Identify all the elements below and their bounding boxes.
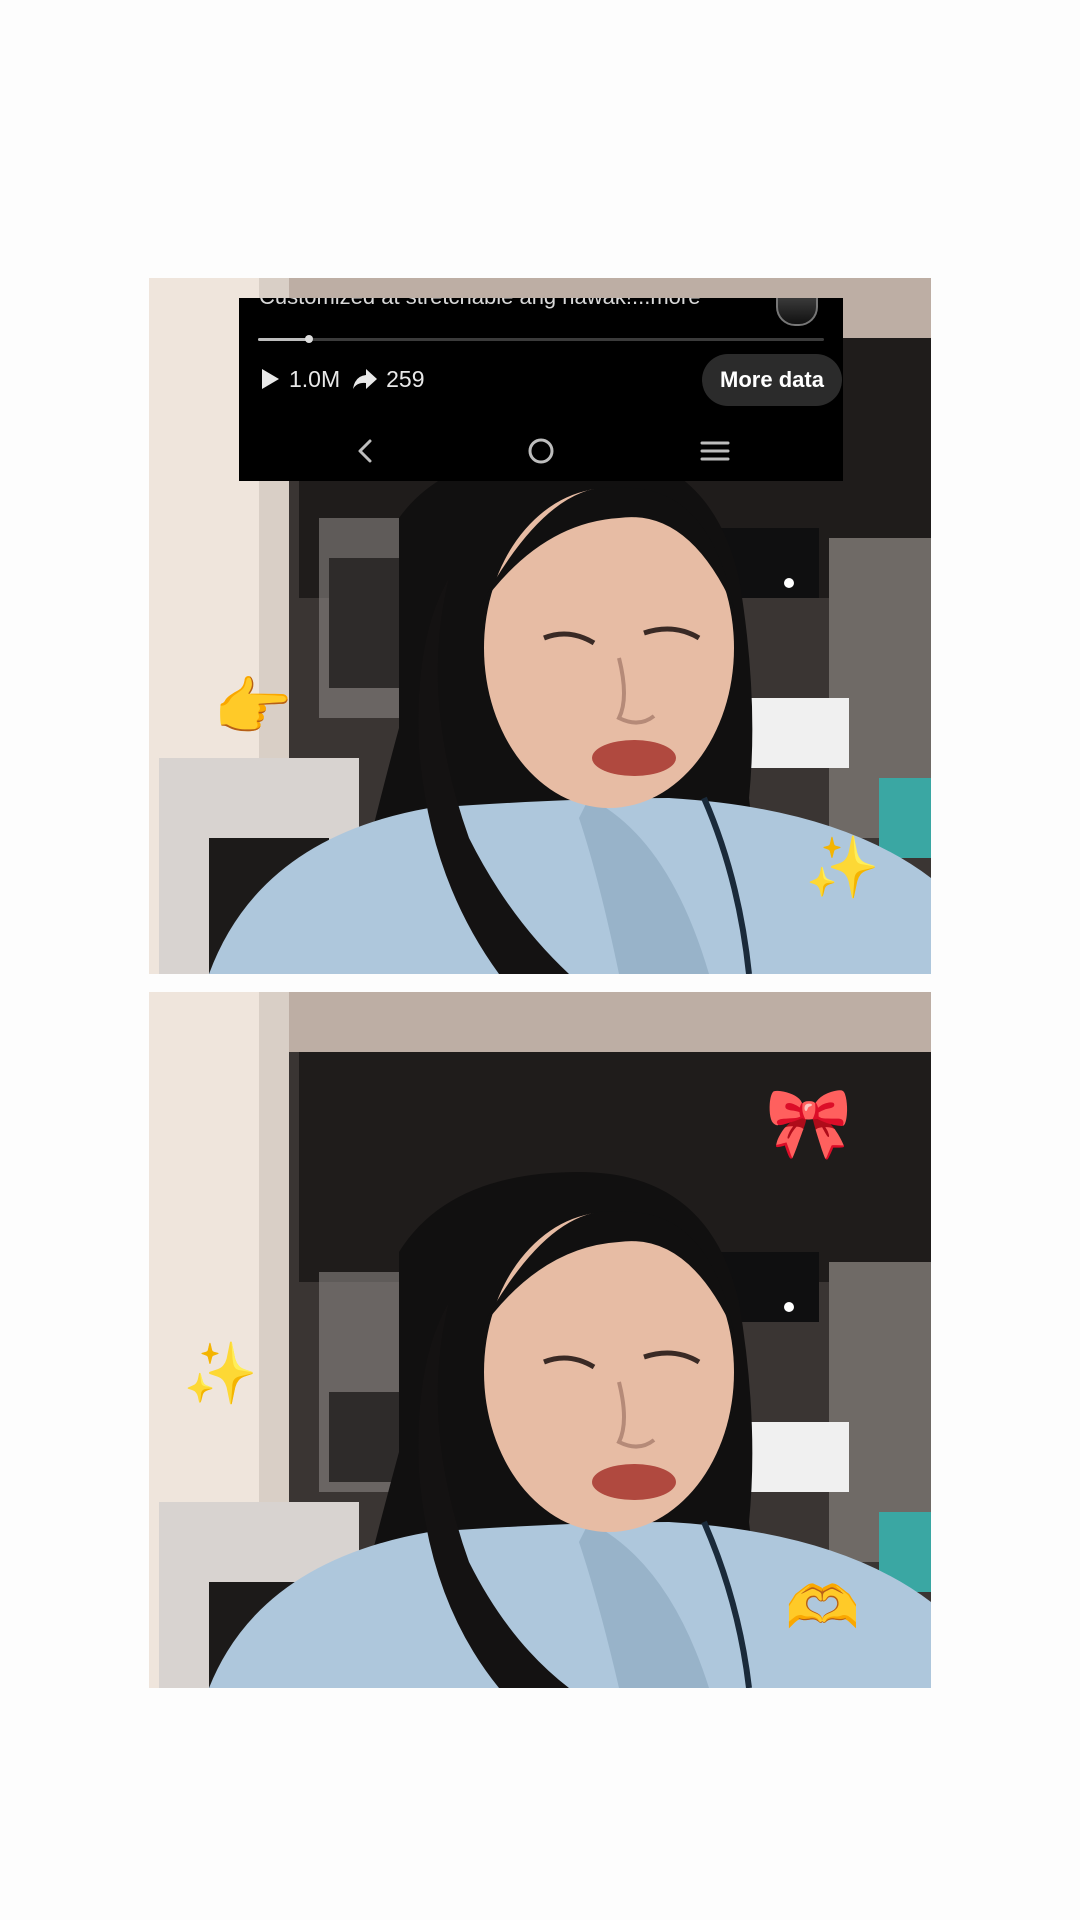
photo-bottom: 🎀 ✨ 🫶 bbox=[149, 992, 931, 1688]
playback-progress-bar[interactable] bbox=[258, 335, 824, 343]
system-nav-bar bbox=[239, 423, 843, 479]
view-count: 1.0M bbox=[289, 365, 341, 392]
video-info-overlay: Customized at stretchable ang hawak!...m… bbox=[239, 298, 843, 481]
ribbon-icon: 🎀 bbox=[765, 1082, 853, 1164]
heart-hands-icon: 🫶 bbox=[785, 1573, 860, 1643]
pointing-hand-sticker: 👉 bbox=[213, 671, 293, 745]
more-data-button[interactable]: More data bbox=[702, 354, 842, 406]
video-stats: 1.0M 259 bbox=[259, 362, 437, 396]
home-circle-icon bbox=[528, 438, 554, 464]
progress-fill bbox=[258, 338, 309, 341]
share-count: 259 bbox=[386, 365, 425, 392]
back-chevron-icon bbox=[358, 439, 372, 463]
recents-menu-icon bbox=[700, 441, 730, 461]
recents-button[interactable] bbox=[695, 433, 735, 469]
page: 👉 ✨ 🎀 ✨ 🫶 1.0M 259 More data bbox=[0, 0, 1080, 1920]
progress-knob[interactable] bbox=[304, 335, 313, 343]
share-arrow-icon bbox=[353, 369, 378, 389]
avatar[interactable] bbox=[776, 298, 818, 326]
back-button[interactable] bbox=[345, 433, 385, 469]
caption-text[interactable]: Customized at stretchable ang hawak!...m… bbox=[259, 298, 700, 310]
sparkles-icon: ✨ bbox=[183, 1339, 258, 1409]
sparkles-icon: ✨ bbox=[805, 833, 880, 903]
play-icon bbox=[262, 369, 279, 389]
home-button[interactable] bbox=[521, 433, 561, 469]
